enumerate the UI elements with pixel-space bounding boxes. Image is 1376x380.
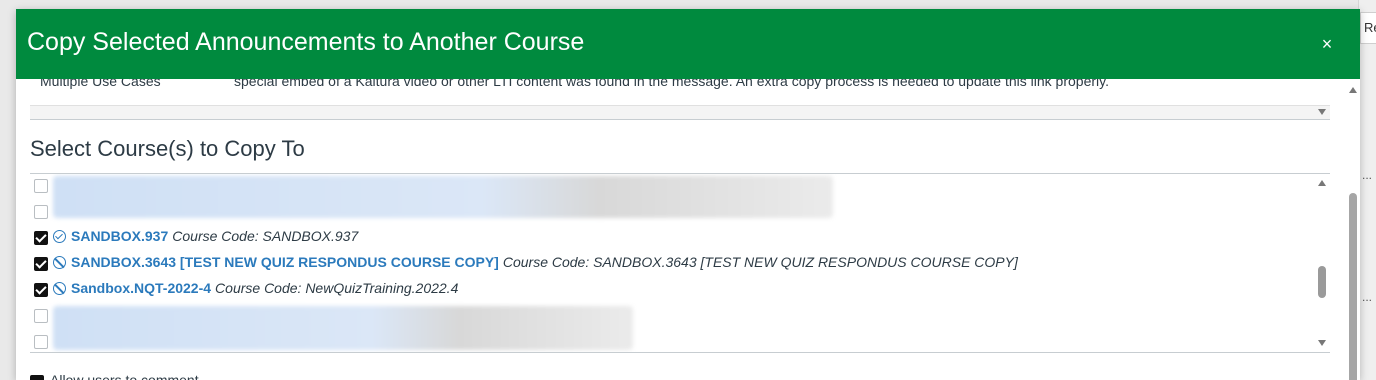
dialog-scrollbar[interactable] bbox=[1346, 83, 1360, 380]
allow-comment-label: Allow users to comment bbox=[50, 372, 199, 380]
dialog-header: Copy Selected Announcements to Another C… bbox=[16, 9, 1360, 79]
course-code: Course Code: SANDBOX.937 bbox=[172, 228, 359, 244]
course-list: SANDBOX.937 Course Code: SANDBOX.937 SAND… bbox=[30, 173, 1330, 353]
course-checkbox[interactable] bbox=[34, 231, 48, 245]
dialog-body: Multiple Use Cases special embed of a Ka… bbox=[16, 79, 1360, 380]
course-link[interactable]: SANDBOX.937 Course Code: SANDBOX.937 bbox=[71, 228, 358, 244]
scroll-down-icon[interactable] bbox=[1318, 109, 1326, 115]
background-ellipsis: ... bbox=[1362, 168, 1373, 182]
course-link[interactable]: SANDBOX.3643 [TEST NEW QUIZ RESPONDUS CO… bbox=[71, 254, 1018, 270]
course-code: Course Code: SANDBOX.3643 [TEST NEW QUIZ… bbox=[502, 254, 1018, 270]
scroll-up-icon[interactable] bbox=[1318, 180, 1326, 186]
background-column bbox=[1358, 0, 1376, 380]
message-scrollbar[interactable] bbox=[30, 105, 1330, 119]
course-checkbox[interactable] bbox=[34, 179, 48, 193]
scrollbar-thumb[interactable] bbox=[1318, 266, 1326, 298]
redacted-course-names bbox=[53, 306, 633, 350]
message-body: special embed of a Kaltura video or othe… bbox=[234, 79, 1109, 89]
course-checkbox[interactable] bbox=[34, 257, 48, 271]
copy-announcements-dialog: Copy Selected Announcements to Another C… bbox=[16, 9, 1360, 380]
scrollbar-thumb[interactable] bbox=[1349, 193, 1357, 380]
course-row: Sandbox.NQT-2022-4 Course Code: NewQuizTr… bbox=[30, 278, 1310, 304]
message-preview: Multiple Use Cases special embed of a Ka… bbox=[30, 79, 1330, 120]
published-icon bbox=[53, 230, 66, 243]
course-checkbox[interactable] bbox=[34, 335, 48, 349]
message-title: Multiple Use Cases bbox=[40, 79, 161, 89]
unpublished-icon bbox=[53, 256, 66, 269]
message-row: Multiple Use Cases special embed of a Ka… bbox=[34, 79, 1324, 93]
scroll-up-icon[interactable] bbox=[1349, 87, 1357, 93]
course-checkbox[interactable] bbox=[34, 309, 48, 323]
course-row: SANDBOX.3643 [TEST NEW QUIZ RESPONDUS CO… bbox=[30, 252, 1310, 278]
scroll-down-icon[interactable] bbox=[1318, 340, 1326, 346]
course-checkbox[interactable] bbox=[34, 283, 48, 297]
unpublished-icon bbox=[53, 282, 66, 295]
course-code: Course Code: NewQuizTraining.2022.4 bbox=[215, 280, 459, 296]
course-link[interactable]: Sandbox.NQT-2022-4 Course Code: NewQuizTr… bbox=[71, 280, 458, 296]
course-row: SANDBOX.937 Course Code: SANDBOX.937 bbox=[30, 226, 1310, 252]
background-tab: Re bbox=[1360, 12, 1376, 44]
course-list-scrollbar[interactable] bbox=[1314, 174, 1330, 352]
course-section-heading: Select Course(s) to Copy To bbox=[30, 136, 305, 161]
redacted-course-names bbox=[53, 176, 833, 218]
dialog-title: Copy Selected Announcements to Another C… bbox=[27, 28, 585, 56]
background-ellipsis: ... bbox=[1362, 290, 1373, 304]
close-icon[interactable]: × bbox=[1316, 33, 1338, 55]
allow-comment-checkbox[interactable] bbox=[30, 375, 44, 380]
course-checkbox[interactable] bbox=[34, 205, 48, 219]
